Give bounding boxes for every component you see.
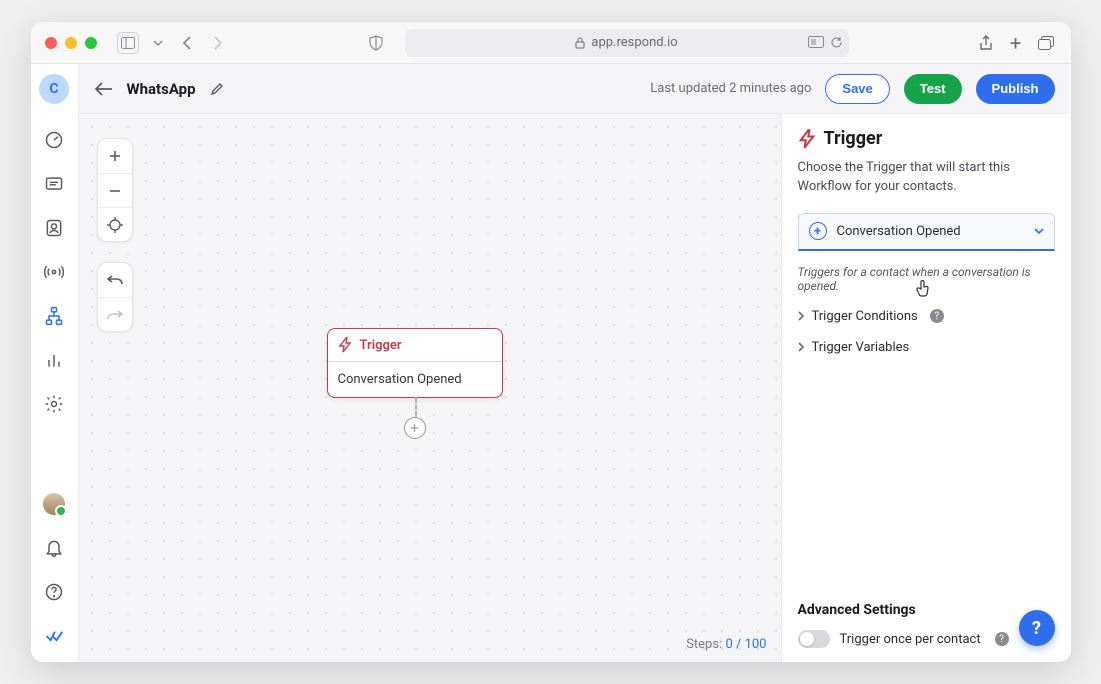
nav-reports[interactable] — [36, 342, 72, 378]
history-controls — [97, 262, 133, 332]
advanced-settings-header: Advanced Settings — [798, 602, 1055, 618]
lock-icon — [575, 37, 585, 49]
chevron-right-icon — [798, 311, 804, 321]
close-window-icon[interactable] — [45, 37, 57, 49]
edit-icon[interactable] — [210, 82, 224, 96]
chevron-down-icon — [1034, 228, 1044, 234]
nav-back-icon[interactable] — [177, 32, 199, 54]
nav-inbox[interactable] — [36, 166, 72, 202]
trigger-once-row: Trigger once per contact ? — [798, 630, 1055, 648]
back-arrow-icon[interactable] — [95, 82, 113, 96]
trigger-select[interactable]: + Conversation Opened — [798, 213, 1055, 251]
config-panel: Trigger Choose the Trigger that will sta… — [781, 114, 1071, 662]
trigger-node-header: Trigger — [328, 329, 502, 362]
chevron-right-icon — [798, 342, 804, 352]
maximize-window-icon[interactable] — [85, 37, 97, 49]
nav-contacts[interactable] — [36, 210, 72, 246]
url-text: app.respond.io — [591, 35, 677, 50]
trigger-node-subtitle: Conversation Opened — [328, 362, 502, 397]
app-body: C — [31, 64, 1071, 662]
help-fab[interactable]: ? — [1019, 610, 1055, 646]
tabs-icon[interactable] — [1035, 32, 1057, 54]
nav-dashboard[interactable] — [36, 122, 72, 158]
help-icon[interactable]: ? — [995, 632, 1009, 646]
last-updated: Last updated 2 minutes ago — [650, 81, 811, 96]
publish-button[interactable]: Publish — [976, 74, 1055, 104]
chevron-down-icon[interactable] — [147, 32, 169, 54]
panel-title: Trigger — [798, 128, 1055, 149]
test-button[interactable]: Test — [904, 74, 962, 104]
trigger-node[interactable]: Trigger Conversation Opened + — [327, 328, 503, 398]
nav-notifications[interactable] — [36, 530, 72, 566]
reader-icon[interactable] — [808, 36, 824, 49]
nav-help[interactable] — [36, 574, 72, 610]
bolt-icon — [798, 129, 816, 149]
nav-rail: C — [31, 64, 79, 662]
app-window: app.respond.io + C — [31, 22, 1071, 662]
trigger-node-title: Trigger — [360, 338, 402, 353]
zoom-out-icon[interactable] — [98, 173, 132, 207]
nav-broadcast[interactable] — [36, 254, 72, 290]
new-tab-icon[interactable]: + — [1005, 32, 1027, 54]
zoom-in-icon[interactable] — [98, 139, 132, 173]
trigger-conditions-expander[interactable]: Trigger Conditions ? — [798, 301, 1055, 332]
bolt-icon — [338, 337, 352, 353]
nav-brand-icon[interactable] — [36, 618, 72, 654]
workflow-canvas[interactable]: Trigger Conversation Opened + Steps: 0 /… — [79, 114, 781, 662]
minimize-window-icon[interactable] — [65, 37, 77, 49]
traffic-lights — [45, 37, 97, 49]
zoom-controls — [97, 138, 133, 242]
trigger-variables-label: Trigger Variables — [812, 340, 910, 355]
workflow-topbar: WhatsApp Last updated 2 minutes ago Save… — [79, 64, 1071, 114]
share-icon[interactable] — [975, 32, 997, 54]
add-step-icon[interactable]: + — [404, 417, 426, 439]
workflow-name: WhatsApp — [127, 80, 196, 98]
sidebar-toggle-icon[interactable] — [117, 32, 139, 54]
help-icon[interactable]: ? — [930, 309, 944, 323]
trigger-help-text: Triggers for a contact when a conversati… — [798, 265, 1055, 293]
trigger-conditions-label: Trigger Conditions — [812, 309, 918, 324]
cursor-hand-icon — [915, 279, 931, 297]
redo-icon — [98, 297, 132, 331]
trigger-once-label: Trigger once per contact — [840, 632, 981, 647]
steps-counter: Steps: 0 / 100 — [686, 637, 766, 652]
recenter-icon[interactable] — [98, 207, 132, 241]
shield-icon[interactable] — [365, 32, 387, 54]
undo-icon[interactable] — [98, 263, 132, 297]
trigger-variables-expander[interactable]: Trigger Variables — [798, 332, 1055, 363]
save-button[interactable]: Save — [825, 74, 889, 104]
node-connector — [415, 397, 417, 417]
panel-title-text: Trigger — [824, 128, 883, 149]
nav-forward-icon[interactable] — [207, 32, 229, 54]
refresh-icon[interactable] — [830, 36, 843, 49]
nav-settings[interactable] — [36, 386, 72, 422]
trigger-select-label: Conversation Opened — [837, 224, 961, 239]
conversation-opened-icon: + — [809, 222, 827, 240]
panel-description: Choose the Trigger that will start this … — [798, 159, 1055, 197]
url-bar[interactable]: app.respond.io — [405, 29, 849, 57]
browser-chrome: app.respond.io + — [31, 22, 1071, 64]
nav-user-avatar[interactable] — [36, 486, 72, 522]
nav-workflows[interactable] — [36, 298, 72, 334]
workspace-avatar[interactable]: C — [39, 74, 69, 104]
main-column: WhatsApp Last updated 2 minutes ago Save… — [79, 64, 1071, 662]
trigger-once-toggle[interactable] — [798, 630, 830, 648]
workspace-initial: C — [49, 81, 58, 97]
workspace: Trigger Conversation Opened + Steps: 0 /… — [79, 114, 1071, 662]
